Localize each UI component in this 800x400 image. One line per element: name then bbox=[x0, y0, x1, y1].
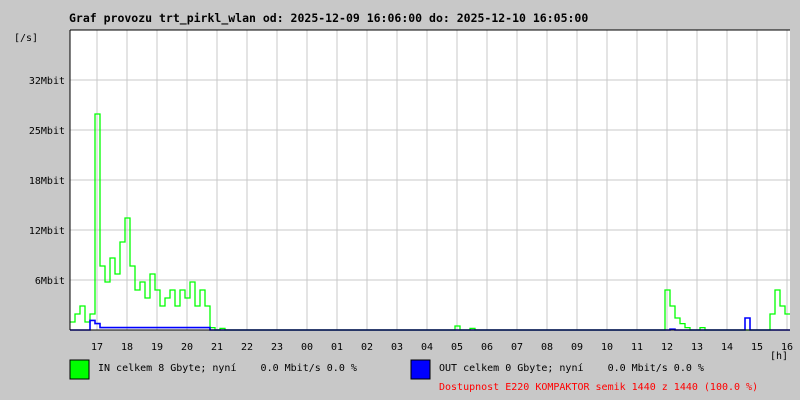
x-tick-label: 13 bbox=[691, 342, 703, 353]
x-tick-label: 07 bbox=[511, 342, 523, 353]
x-tick-label: 22 bbox=[241, 342, 253, 353]
chart-svg: Graf provozu trt_pirkl_wlan od: 2025-12-… bbox=[14, 11, 793, 393]
legend-out-text: OUT celkem 0 Gbyte; nyní 0.0 Mbit/s 0.0 … bbox=[439, 362, 704, 374]
x-tick-label: 01 bbox=[331, 342, 343, 353]
x-tick-label: 11 bbox=[631, 342, 643, 353]
y-tick-label: 12Mbit bbox=[29, 226, 65, 237]
x-axis-unit: [h] bbox=[770, 351, 788, 362]
chart-title: Graf provozu trt_pirkl_wlan od: 2025-12-… bbox=[69, 11, 588, 26]
x-tick-label: 23 bbox=[271, 342, 283, 353]
y-tick-label: 6Mbit bbox=[35, 276, 65, 287]
legend-in-text: IN celkem 8 Gbyte; nyní 0.0 Mbit/s 0.0 % bbox=[98, 362, 357, 374]
x-tick-label: 20 bbox=[181, 342, 193, 353]
x-tick-label: 02 bbox=[361, 342, 373, 353]
x-tick-label: 12 bbox=[661, 342, 673, 353]
x-tick-label: 03 bbox=[391, 342, 403, 353]
x-tick-label: 08 bbox=[541, 342, 553, 353]
x-tick-label: 06 bbox=[481, 342, 493, 353]
legend-out-swatch bbox=[410, 359, 431, 380]
availability-text: Dostupnost E220 KOMPAKTOR semik 1440 z 1… bbox=[439, 382, 758, 393]
x-tick-label: 00 bbox=[301, 342, 313, 353]
x-tick-label: 18 bbox=[121, 342, 133, 353]
x-tick-label: 21 bbox=[211, 342, 223, 353]
x-tick-label: 14 bbox=[721, 342, 733, 353]
x-tick-label: 10 bbox=[601, 342, 613, 353]
y-tick-label: 25Mbit bbox=[29, 126, 65, 137]
y-tick-label: 18Mbit bbox=[29, 176, 65, 187]
x-tick-label: 05 bbox=[451, 342, 463, 353]
traffic-graph: Graf provozu trt_pirkl_wlan od: 2025-12-… bbox=[0, 0, 800, 400]
legend-in-swatch bbox=[69, 359, 90, 380]
x-tick-label: 09 bbox=[571, 342, 583, 353]
x-tick-label: 17 bbox=[91, 342, 103, 353]
x-tick-label: 19 bbox=[151, 342, 163, 353]
y-axis-unit: [/s] bbox=[14, 33, 38, 44]
y-tick-label: 32Mbit bbox=[29, 76, 65, 87]
x-tick-label: 15 bbox=[751, 342, 763, 353]
x-tick-label: 04 bbox=[421, 342, 433, 353]
